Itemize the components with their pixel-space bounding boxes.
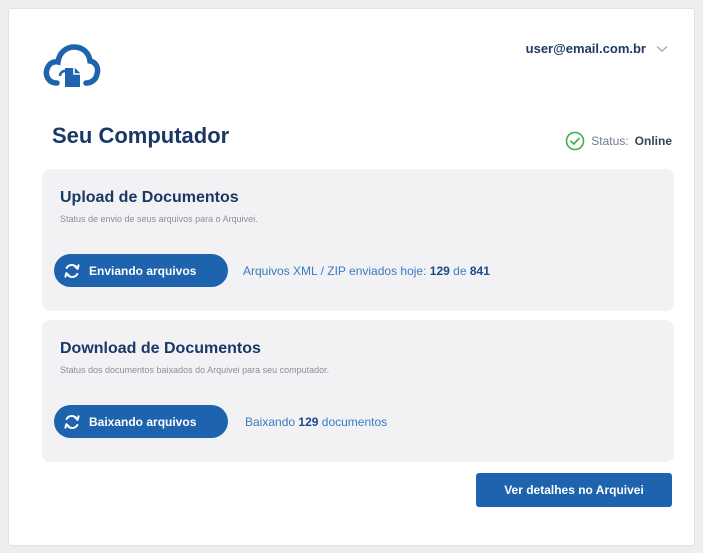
download-subtitle: Status dos documentos baixados do Arquiv… [60,365,330,375]
downloading-files-label: Baixando arquivos [89,414,197,429]
upload-card: Upload de Documentos Status de envio de … [42,169,674,311]
page-title: Seu Computador [52,123,230,148]
chevron-down-icon [656,45,668,52]
cloud-document-logo-icon [43,44,101,87]
status-label: Status: [591,134,629,148]
upload-info: Arquivos XML / ZIP enviados hoje: 129 de… [243,264,490,278]
refresh-icon [64,263,80,278]
download-title: Download de Documentos [60,340,261,357]
upload-info-joiner: de [453,264,467,278]
upload-info-prefix: Arquivos XML / ZIP enviados hoje: [243,264,427,278]
sending-files-button[interactable]: Enviando arquivos [54,254,228,287]
app-window: user@email.com.br Seu Computador Status:… [8,8,695,546]
user-email: user@email.com.br [525,41,646,56]
download-info-suffix: documentos [321,415,388,429]
sending-files-label: Enviando arquivos [89,263,197,278]
refresh-icon [64,414,80,429]
download-count: 129 [298,415,319,429]
upload-title: Upload de Documentos [60,189,239,206]
upload-sent-count: 129 [429,264,450,278]
check-circle-icon [565,131,585,151]
download-info: Baixando 129 documentos [245,415,387,429]
view-details-button[interactable]: Ver detalhes no Arquivei [476,473,672,507]
download-card: Download de Documentos Status dos docume… [42,320,674,462]
download-info-prefix: Baixando [245,415,296,429]
connection-status: Status: Online [565,131,672,151]
user-menu[interactable]: user@email.com.br [526,41,668,56]
upload-subtitle: Status de envio de seus arquivos para o … [60,214,258,224]
upload-total-count: 841 [469,264,490,278]
downloading-files-button[interactable]: Baixando arquivos [54,405,228,438]
status-value: Online [634,134,672,148]
